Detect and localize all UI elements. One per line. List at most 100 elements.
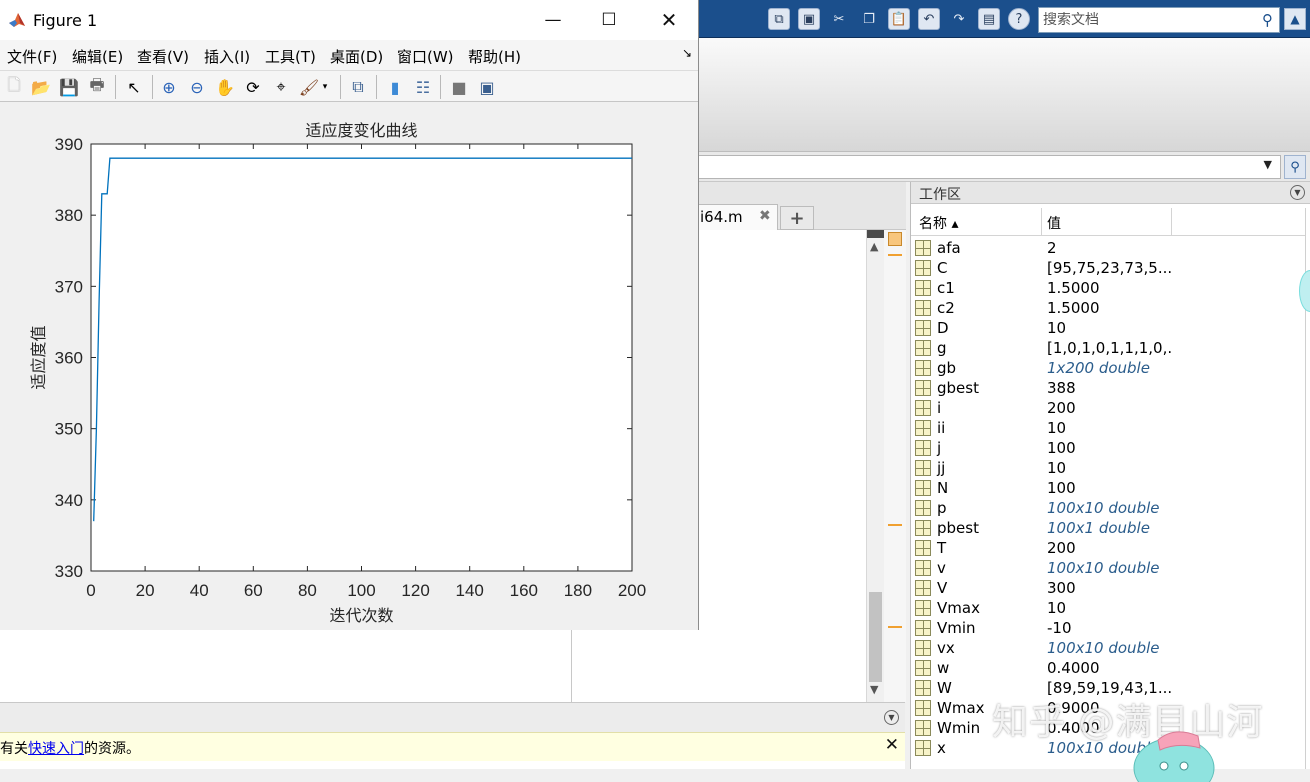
zoom-out-icon[interactable]: ⊖ bbox=[185, 75, 209, 99]
new-tab-button[interactable]: + bbox=[780, 206, 814, 230]
workspace-variable-row[interactable]: Vmin -10 bbox=[911, 618, 1305, 638]
link-plot-icon[interactable]: ⧉ bbox=[346, 75, 370, 99]
workspace-variable-row[interactable]: j 100 bbox=[911, 438, 1305, 458]
close-icon[interactable]: ✕ bbox=[646, 6, 692, 34]
pan-hand-icon[interactable]: ✋ bbox=[213, 75, 237, 99]
getting-started-link[interactable]: 快速入门 bbox=[28, 741, 84, 757]
scroll-down-icon[interactable]: ▼ bbox=[870, 683, 878, 696]
dock-arrow-icon[interactable]: ↘ bbox=[682, 46, 692, 60]
print-icon[interactable]: 🖶 bbox=[85, 75, 109, 99]
zoom-in-icon[interactable]: ⊕ bbox=[157, 75, 181, 99]
workspace-variable-row[interactable]: g [1,0,1,0,1,1,1,0,... bbox=[911, 338, 1305, 358]
fitness-chart[interactable]: 0 20 40 60 80 100 120 140 160 180 200 330 340 350 360 3… bbox=[0, 102, 698, 630]
variable-value: 100x10 double bbox=[1047, 559, 1160, 577]
figure-titlebar[interactable]: Figure 1 — ☐ ✕ bbox=[0, 0, 698, 40]
hide-plot-tools-icon[interactable]: ■ bbox=[447, 75, 471, 99]
panel-menu-icon[interactable]: ▼ bbox=[884, 710, 899, 725]
scrollbar-thumb[interactable] bbox=[869, 592, 882, 682]
workspace-variable-row[interactable]: jj 10 bbox=[911, 458, 1305, 478]
workspace-variable-row[interactable]: pbest 100x1 double bbox=[911, 518, 1305, 538]
column-divider[interactable] bbox=[1171, 208, 1172, 236]
save-icon[interactable]: ▣ bbox=[798, 8, 820, 30]
column-divider[interactable] bbox=[1041, 208, 1042, 236]
menu-tools[interactable]: 工具(T) bbox=[265, 46, 316, 67]
menu-window[interactable]: 窗口(W) bbox=[397, 46, 454, 67]
documentation-search[interactable]: ⚲ bbox=[1038, 7, 1280, 33]
variable-name: g bbox=[937, 339, 947, 357]
variable-value: 200 bbox=[1047, 539, 1076, 557]
menu-view[interactable]: 查看(V) bbox=[137, 46, 189, 67]
collapse-toolstrip-icon[interactable]: ▲ bbox=[1284, 8, 1306, 30]
pointer-icon[interactable]: ↖ bbox=[122, 75, 146, 99]
variable-value: 10 bbox=[1047, 319, 1067, 337]
variable-name: j bbox=[937, 439, 942, 457]
menu-insert[interactable]: 插入(I) bbox=[204, 46, 250, 67]
scroll-up-icon[interactable]: ▲ bbox=[870, 240, 878, 253]
layout-icon[interactable]: ⧉ bbox=[768, 8, 790, 30]
menu-desktop[interactable]: 桌面(D) bbox=[330, 46, 383, 67]
matlab-logo-icon bbox=[9, 13, 25, 27]
close-icon[interactable]: ✕ bbox=[885, 735, 899, 755]
rotate-3d-icon[interactable]: ⟳ bbox=[241, 75, 265, 99]
data-cursor-icon[interactable]: ⌖ bbox=[269, 75, 293, 99]
workspace-variable-row[interactable]: gbest 388 bbox=[911, 378, 1305, 398]
toolbar-separator bbox=[152, 75, 153, 99]
workspace-variable-row[interactable]: c2 1.5000 bbox=[911, 298, 1305, 318]
save-icon[interactable]: 💾 bbox=[57, 75, 81, 99]
open-icon[interactable]: 📂 bbox=[29, 75, 53, 99]
legend-icon[interactable]: ☷ bbox=[411, 75, 435, 99]
panel-menu-icon[interactable]: ▼ bbox=[1290, 185, 1305, 200]
current-folder-field[interactable]: ▼ bbox=[698, 155, 1281, 179]
cut-icon[interactable]: ✂ bbox=[828, 8, 850, 30]
menu-help[interactable]: 帮助(H) bbox=[468, 46, 521, 67]
column-header-name[interactable]: 名称 ▴ bbox=[919, 213, 958, 233]
warning-indicator-icon[interactable] bbox=[888, 232, 902, 246]
show-plot-tools-icon[interactable]: ▣ bbox=[475, 75, 499, 99]
editor-scrollbar[interactable]: ▲ ▼ bbox=[866, 230, 885, 702]
menu-edit[interactable]: 编辑(E) bbox=[72, 46, 123, 67]
chevron-down-icon[interactable]: ▼ bbox=[1264, 158, 1272, 171]
figure-canvas[interactable]: 0 20 40 60 80 100 120 140 160 180 200 330 340 350 360 3… bbox=[0, 102, 698, 630]
command-window-area[interactable] bbox=[0, 630, 571, 702]
workspace-variable-row[interactable]: w 0.4000 bbox=[911, 658, 1305, 678]
close-tab-icon[interactable]: ✖ bbox=[759, 208, 771, 224]
warning-marker[interactable] bbox=[888, 524, 902, 526]
workspace-variable-row[interactable]: i 200 bbox=[911, 398, 1305, 418]
colorbar-icon[interactable]: ▮ bbox=[383, 75, 407, 99]
workspace-variable-row[interactable]: c1 1.5000 bbox=[911, 278, 1305, 298]
copy-icon[interactable]: ❐ bbox=[858, 8, 880, 30]
workspace-variable-row[interactable]: afa 2 bbox=[911, 238, 1305, 258]
new-figure-icon[interactable]: 🗋 bbox=[2, 75, 26, 99]
menu-file[interactable]: 文件(F) bbox=[7, 46, 57, 67]
help-icon[interactable]: ? bbox=[1008, 8, 1030, 30]
warning-marker[interactable] bbox=[888, 626, 902, 628]
paste-icon[interactable]: 📋 bbox=[888, 8, 910, 30]
workspace-variable-row[interactable]: v 100x10 double bbox=[911, 558, 1305, 578]
workspace-variable-row[interactable]: T 200 bbox=[911, 538, 1305, 558]
search-docs-input[interactable] bbox=[1039, 12, 1249, 28]
command-window-content[interactable] bbox=[0, 761, 905, 769]
search-icon[interactable]: ⚲ bbox=[1262, 11, 1273, 29]
variable-icon bbox=[915, 540, 931, 556]
workspace-variable-row[interactable]: C [95,75,23,73,5... bbox=[911, 258, 1305, 278]
workspace-variable-row[interactable]: D 10 bbox=[911, 318, 1305, 338]
switch-windows-icon[interactable]: ▤ bbox=[978, 8, 1000, 30]
column-header-value[interactable]: 值 bbox=[1047, 213, 1061, 233]
maximize-icon[interactable]: ☐ bbox=[586, 6, 632, 34]
workspace-variable-row[interactable]: p 100x10 double bbox=[911, 498, 1305, 518]
search-folder-icon[interactable]: ⚲ bbox=[1284, 155, 1306, 179]
y-tick-label: 390 bbox=[55, 135, 83, 154]
plot-area[interactable] bbox=[90, 143, 633, 572]
workspace-variable-row[interactable]: gb 1x200 double bbox=[911, 358, 1305, 378]
workspace-variable-row[interactable]: Vmax 10 bbox=[911, 598, 1305, 618]
workspace-variable-row[interactable]: V 300 bbox=[911, 578, 1305, 598]
minimize-icon[interactable]: — bbox=[530, 6, 576, 34]
x-tick-label: 100 bbox=[347, 581, 375, 600]
warning-marker[interactable] bbox=[888, 254, 902, 256]
workspace-variable-row[interactable]: ii 10 bbox=[911, 418, 1305, 438]
workspace-variable-row[interactable]: vx 100x10 double bbox=[911, 638, 1305, 658]
redo-icon[interactable]: ↷ bbox=[948, 8, 970, 30]
undo-icon[interactable]: ↶ bbox=[918, 8, 940, 30]
workspace-variable-row[interactable]: N 100 bbox=[911, 478, 1305, 498]
chevron-down-icon[interactable]: ▾ bbox=[318, 75, 332, 99]
